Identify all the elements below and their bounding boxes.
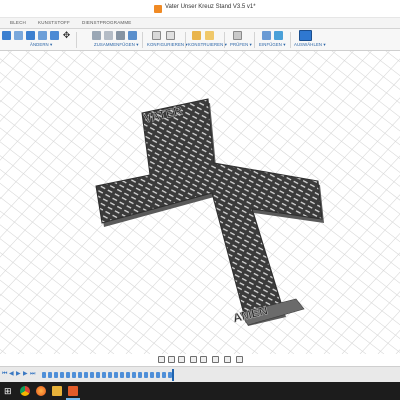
joint-origin-icon[interactable] xyxy=(116,31,125,40)
joint-icon[interactable] xyxy=(92,31,101,40)
modify-menu[interactable]: ÄNDERN ▾ xyxy=(30,42,52,48)
inspect-menu[interactable]: PRÜFEN ▾ xyxy=(230,42,252,48)
timeline-feature-icon[interactable] xyxy=(90,372,94,378)
navigation-bar xyxy=(0,354,400,366)
timeline-feature-icon[interactable] xyxy=(132,372,136,378)
timeline-feature-icon[interactable] xyxy=(156,372,160,378)
tab-blech[interactable]: BLECH xyxy=(10,20,26,25)
separator xyxy=(76,32,77,48)
timeline-feature-icon[interactable] xyxy=(114,372,118,378)
assemble-menu[interactable]: ZUSAMMENFÜGEN ▾ xyxy=(94,42,138,48)
measure-icon[interactable] xyxy=(233,31,242,40)
timeline-feature-icon[interactable] xyxy=(42,372,46,378)
plane-at-angle-icon[interactable] xyxy=(205,31,214,40)
insert-menu[interactable]: EINFÜGEN ▾ xyxy=(259,42,286,48)
as-built-joint-icon[interactable] xyxy=(104,31,113,40)
timeline-next-button[interactable]: ▶ xyxy=(23,371,29,378)
construct-menu[interactable]: KONSTRUIEREN ▾ xyxy=(188,42,227,48)
timeline-feature-icon[interactable] xyxy=(138,372,142,378)
document-icon xyxy=(154,5,162,13)
windows-taskbar: ⊞ xyxy=(0,382,400,400)
start-icon[interactable]: ⊞ xyxy=(4,386,14,396)
motion-link-icon[interactable] xyxy=(128,31,137,40)
insert-derive-icon[interactable] xyxy=(262,31,271,40)
ground-grid xyxy=(0,51,400,354)
timeline-feature-icon[interactable] xyxy=(150,372,154,378)
timeline-feature-icon[interactable] xyxy=(108,372,112,378)
shell-icon[interactable] xyxy=(38,31,47,40)
fit-icon[interactable] xyxy=(200,356,207,363)
timeline-feature-icon[interactable] xyxy=(72,372,76,378)
move-copy-icon[interactable]: ✥ xyxy=(62,31,71,40)
separator xyxy=(142,32,143,48)
timeline-feature-icon[interactable] xyxy=(162,372,166,378)
timeline-previous-button[interactable]: ◀ xyxy=(9,371,15,378)
separator xyxy=(254,32,255,48)
orbit-icon[interactable] xyxy=(178,356,185,363)
separator xyxy=(185,32,186,48)
fusion-window: Vater Unser Kreuz Stand V3.5 v1* BLECH K… xyxy=(0,0,400,400)
cross-model[interactable]: VATER AMEN xyxy=(95,98,324,326)
timeline-feature-icon[interactable] xyxy=(54,372,58,378)
timeline-feature-icon[interactable] xyxy=(60,372,64,378)
timeline-feature-icon[interactable] xyxy=(84,372,88,378)
timeline-marker[interactable] xyxy=(172,369,174,381)
fillet-icon[interactable] xyxy=(14,31,23,40)
insert-image-icon[interactable] xyxy=(274,31,283,40)
configure-table-icon[interactable] xyxy=(152,31,161,40)
chrome-icon[interactable] xyxy=(20,386,30,396)
configure-rule-icon[interactable] xyxy=(166,31,175,40)
timeline-feature-icon[interactable] xyxy=(96,372,100,378)
title-bar: Vater Unser Kreuz Stand V3.5 v1* xyxy=(0,0,400,18)
press-pull-icon[interactable] xyxy=(2,31,11,40)
viewports-icon[interactable] xyxy=(236,356,243,363)
timeline-first-button[interactable]: ⏮ xyxy=(2,371,8,378)
pan-icon[interactable] xyxy=(168,356,175,363)
timeline-feature-icon[interactable] xyxy=(78,372,82,378)
combine-icon[interactable] xyxy=(50,31,59,40)
firefox-icon[interactable] xyxy=(36,386,46,396)
configure-menu[interactable]: KONFIGURIEREN ▾ xyxy=(147,42,188,48)
tab-kunststoff[interactable]: KUNSTSTOFF xyxy=(38,20,70,25)
timeline-feature-icon[interactable] xyxy=(102,372,106,378)
file-explorer-icon[interactable] xyxy=(52,386,62,396)
timeline-last-button[interactable]: ⏭ xyxy=(30,371,36,378)
timeline: ⏮ ◀ ▶ ▶ ⏭ xyxy=(0,366,400,382)
viewport-scene[interactable]: VATER AMEN xyxy=(0,51,400,354)
separator xyxy=(290,32,291,48)
grid-icon[interactable] xyxy=(224,356,231,363)
zoom-icon[interactable] xyxy=(190,356,197,363)
separator xyxy=(224,32,225,48)
select-icon[interactable] xyxy=(299,30,312,41)
timeline-feature-icon[interactable] xyxy=(66,372,70,378)
chamfer-icon[interactable] xyxy=(26,31,35,40)
fusion-icon[interactable] xyxy=(68,386,78,396)
display-icon[interactable] xyxy=(212,356,219,363)
timeline-play-button[interactable]: ▶ xyxy=(16,371,22,378)
tab-row: BLECH KUNSTSTOFF DIENSTPROGRAMME xyxy=(0,18,400,29)
tab-dienstprogramme[interactable]: DIENSTPROGRAMME xyxy=(82,20,132,25)
offset-plane-icon[interactable] xyxy=(192,31,201,40)
timeline-feature-icon[interactable] xyxy=(126,372,130,378)
window-title: Vater Unser Kreuz Stand V3.5 v1* xyxy=(165,4,256,10)
timeline-feature-icon[interactable] xyxy=(48,372,52,378)
timeline-feature-icon[interactable] xyxy=(144,372,148,378)
move-icon[interactable] xyxy=(158,356,165,363)
select-menu[interactable]: AUSWÄHLEN ▾ xyxy=(294,42,326,48)
ribbon-toolbar: ✥ ÄNDERN ▾ ZUSAMMENFÜGEN ▾ KONFIGURIEREN… xyxy=(0,29,400,51)
timeline-feature-icon[interactable] xyxy=(120,372,124,378)
canvas-viewport[interactable]: VATER AMEN xyxy=(0,51,400,354)
